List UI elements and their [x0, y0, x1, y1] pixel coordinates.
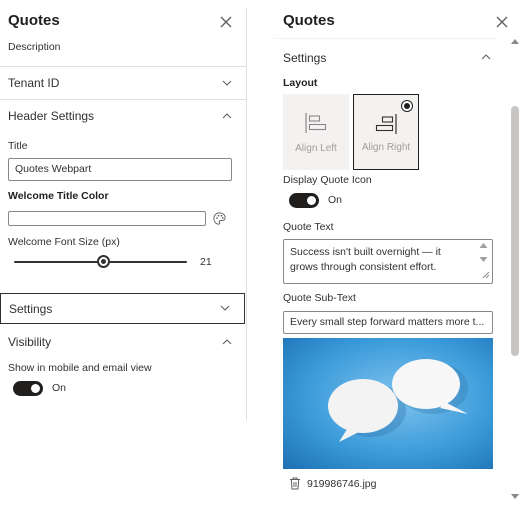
trash-icon[interactable]: [289, 477, 301, 490]
toggle-state-text: On: [328, 194, 343, 206]
align-right-icon: [375, 114, 397, 134]
align-right-option[interactable]: Align Right: [353, 94, 419, 170]
section-settings[interactable]: Settings: [274, 44, 496, 70]
right-property-pane: Quotes Settings Layout Align Left Align …: [274, 0, 520, 506]
scroll-down-arrow-icon[interactable]: [479, 256, 488, 263]
scroll-up-icon[interactable]: [511, 38, 519, 44]
quote-icon-toggle[interactable]: [289, 193, 319, 208]
quote-image-preview: [283, 338, 493, 469]
scroll-up-arrow-icon[interactable]: [479, 242, 488, 249]
section-tenant-id[interactable]: Tenant ID: [0, 67, 246, 100]
section-visibility[interactable]: Visibility: [0, 326, 246, 359]
scrollbar[interactable]: [509, 38, 519, 500]
section-settings[interactable]: Settings: [0, 293, 245, 324]
section-label: Settings: [9, 302, 53, 316]
quote-subtext-label: Quote Sub-Text: [283, 292, 356, 304]
section-label: Visibility: [8, 335, 52, 349]
scroll-down-icon[interactable]: [511, 494, 519, 500]
chevron-down-icon: [222, 80, 232, 86]
quote-icon-label: Display Quote Icon: [283, 174, 372, 186]
chevron-down-icon: [220, 305, 230, 311]
quote-text-line: Success isn't built overnight — it: [290, 246, 441, 258]
toggle-state-text: On: [52, 382, 67, 394]
toggle-knob: [31, 384, 40, 393]
layout-label: Layout: [283, 77, 318, 89]
pane-title: Quotes: [283, 12, 335, 29]
quote-text-label: Quote Text: [283, 221, 334, 233]
color-palette-icon[interactable]: [212, 211, 227, 226]
pane-divider: [246, 8, 247, 420]
pane-title: Quotes: [8, 12, 60, 29]
align-left-icon: [305, 113, 327, 133]
mobile-view-toggle[interactable]: [13, 381, 43, 396]
radio-selected-icon: [401, 100, 413, 112]
color-input[interactable]: [8, 211, 206, 226]
section-label: Settings: [283, 51, 327, 65]
scrollbar-thumb[interactable]: [511, 106, 519, 356]
toggle-knob: [307, 196, 316, 205]
quote-text-area[interactable]: Success isn't built overnight — it grows…: [283, 239, 493, 284]
chevron-up-icon: [481, 54, 491, 60]
quote-subtext-input[interactable]: Every small step forward matters more t.…: [283, 311, 493, 334]
title-label: Title: [8, 140, 28, 152]
quote-text-line: grows through consistent effort.: [290, 261, 437, 273]
pane-description: Description: [8, 41, 61, 53]
welcome-color-label: Welcome Title Color: [8, 190, 109, 202]
image-filename: 919986746.jpg: [307, 478, 377, 490]
title-input[interactable]: Quotes Webpart: [8, 158, 232, 181]
resize-handle-icon[interactable]: [481, 270, 490, 279]
close-icon[interactable]: [495, 15, 509, 29]
option-label: Align Right: [361, 142, 411, 153]
divider: [274, 38, 496, 39]
mobile-view-label: Show in mobile and email view: [8, 362, 152, 374]
font-size-label: Welcome Font Size (px): [8, 236, 120, 248]
left-property-pane: Quotes Description Tenant ID Header Sett…: [0, 0, 246, 506]
chevron-up-icon: [222, 113, 232, 119]
section-label: Tenant ID: [8, 76, 60, 90]
section-label: Header Settings: [8, 109, 95, 123]
align-left-option[interactable]: Align Left: [283, 94, 349, 170]
chevron-up-icon: [222, 339, 232, 345]
font-size-slider-thumb[interactable]: [97, 255, 111, 268]
close-icon[interactable]: [219, 15, 233, 29]
font-size-value: 21: [200, 256, 212, 268]
section-header-settings[interactable]: Header Settings: [0, 100, 246, 133]
option-label: Align Left: [295, 143, 337, 154]
